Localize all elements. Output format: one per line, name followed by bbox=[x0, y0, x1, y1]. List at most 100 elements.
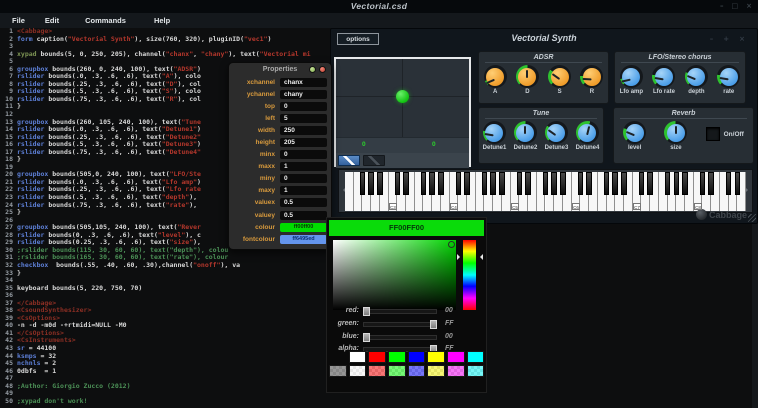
colour-swatch[interactable] bbox=[408, 351, 426, 363]
property-value-fontcolour[interactable]: ff6495ed bbox=[280, 235, 327, 244]
colour-swatch-alpha[interactable] bbox=[408, 365, 426, 377]
synth-close-icon[interactable]: × bbox=[739, 36, 745, 43]
black-key[interactable] bbox=[682, 172, 688, 195]
menu-file[interactable]: File bbox=[6, 16, 31, 25]
sv-marker-icon[interactable] bbox=[448, 241, 455, 248]
properties-apply-icon[interactable] bbox=[309, 66, 316, 73]
colour-swatch-alpha[interactable] bbox=[388, 365, 406, 377]
resize-grip-icon[interactable] bbox=[748, 214, 756, 222]
hue-strip[interactable] bbox=[463, 240, 476, 310]
xy-ball-handle[interactable] bbox=[396, 90, 409, 103]
property-value-maxx[interactable]: 1 bbox=[280, 162, 327, 171]
onoff-checkbox[interactable] bbox=[706, 127, 720, 141]
slider-track[interactable] bbox=[363, 309, 437, 314]
colour-swatch[interactable] bbox=[467, 351, 485, 363]
property-value-miny[interactable]: 0 bbox=[280, 174, 327, 183]
slider-track[interactable] bbox=[363, 335, 437, 340]
synth-minimize-icon[interactable]: – bbox=[710, 36, 714, 43]
lfo-knob-lfo-amp[interactable] bbox=[620, 65, 643, 88]
options-button[interactable]: options bbox=[337, 33, 379, 45]
black-key[interactable] bbox=[499, 172, 505, 195]
close-icon[interactable]: × bbox=[746, 2, 752, 11]
colour-swatch[interactable] bbox=[349, 351, 367, 363]
adsr-knob-a[interactable] bbox=[484, 65, 507, 88]
xy-automation-line-button[interactable] bbox=[338, 155, 360, 166]
black-key[interactable] bbox=[708, 172, 714, 195]
adsr-knob-r[interactable] bbox=[580, 65, 603, 88]
black-key[interactable] bbox=[674, 172, 680, 195]
black-key[interactable] bbox=[700, 172, 706, 195]
black-key[interactable] bbox=[612, 172, 618, 195]
tune-knob-detune2[interactable] bbox=[514, 121, 537, 144]
black-key[interactable] bbox=[421, 172, 427, 195]
colour-swatch[interactable] bbox=[388, 351, 406, 363]
minimize-icon[interactable]: – bbox=[720, 2, 724, 11]
black-key[interactable] bbox=[456, 172, 462, 195]
black-key[interactable] bbox=[621, 172, 627, 195]
black-key[interactable] bbox=[395, 172, 401, 195]
colour-swatch-alpha[interactable] bbox=[447, 365, 465, 377]
slider-track[interactable] bbox=[363, 322, 437, 327]
adsr-knob-d[interactable] bbox=[516, 65, 539, 88]
lfo-knob-depth[interactable] bbox=[685, 65, 708, 88]
black-key[interactable] bbox=[578, 172, 584, 195]
lfo-knob-lfo-rate[interactable] bbox=[652, 65, 675, 88]
black-key[interactable] bbox=[560, 172, 566, 195]
black-key[interactable] bbox=[490, 172, 496, 195]
black-key[interactable] bbox=[525, 172, 531, 195]
slider-thumb[interactable] bbox=[363, 307, 370, 316]
slider-thumb[interactable] bbox=[363, 333, 370, 342]
black-key[interactable] bbox=[551, 172, 557, 195]
tune-knob-detune4[interactable] bbox=[576, 121, 599, 144]
black-key[interactable] bbox=[543, 172, 549, 195]
property-value-valuex[interactable]: 0.5 bbox=[280, 198, 327, 207]
menu-help[interactable]: Help bbox=[148, 16, 176, 25]
black-key[interactable] bbox=[368, 172, 374, 195]
hue-arrow-left-icon[interactable] bbox=[457, 254, 463, 260]
colour-swatch[interactable] bbox=[447, 351, 465, 363]
property-value-height[interactable]: 205 bbox=[280, 138, 327, 147]
adsr-knob-s[interactable] bbox=[548, 65, 571, 88]
black-key[interactable] bbox=[438, 172, 444, 195]
menu-edit[interactable]: Edit bbox=[39, 16, 65, 25]
black-key[interactable] bbox=[647, 172, 653, 195]
black-key[interactable] bbox=[604, 172, 610, 195]
maximize-icon[interactable]: □ bbox=[732, 2, 739, 11]
saturation-value-area[interactable] bbox=[333, 240, 456, 310]
black-key[interactable] bbox=[726, 172, 732, 195]
hue-arrow-right-icon[interactable] bbox=[477, 254, 483, 260]
black-key[interactable] bbox=[360, 172, 366, 195]
menu-commands[interactable]: Commands bbox=[79, 16, 132, 25]
black-key[interactable] bbox=[403, 172, 409, 195]
lfo-knob-rate[interactable] bbox=[717, 65, 740, 88]
black-key[interactable] bbox=[517, 172, 523, 195]
property-value-xchannel[interactable]: chanx bbox=[280, 78, 327, 87]
black-key[interactable] bbox=[665, 172, 671, 195]
xy-pad[interactable]: 0 0 bbox=[334, 57, 471, 167]
property-value-maxy[interactable]: 1 bbox=[280, 186, 327, 195]
white-key[interactable] bbox=[345, 172, 354, 211]
colour-swatch-alpha[interactable] bbox=[427, 365, 445, 377]
synth-maximize-icon[interactable]: + bbox=[723, 36, 729, 43]
property-value-valuey[interactable]: 0.5 bbox=[280, 211, 327, 220]
colour-swatch[interactable] bbox=[368, 351, 386, 363]
black-key[interactable] bbox=[464, 172, 470, 195]
black-key[interactable] bbox=[482, 172, 488, 195]
xy-automation-curve-button[interactable] bbox=[363, 155, 385, 166]
colour-swatch-alpha[interactable] bbox=[368, 365, 386, 377]
tune-knob-detune3[interactable] bbox=[545, 121, 568, 144]
tune-knob-detune1[interactable] bbox=[483, 121, 506, 144]
black-key[interactable] bbox=[586, 172, 592, 195]
property-value-top[interactable]: 0 bbox=[280, 102, 327, 111]
property-value-colour[interactable]: ff00ff00 bbox=[280, 223, 327, 232]
slider-thumb[interactable] bbox=[430, 320, 437, 329]
black-key[interactable] bbox=[429, 172, 435, 195]
black-key[interactable] bbox=[735, 172, 741, 195]
reverb-knob-level[interactable] bbox=[623, 121, 646, 144]
colour-swatch[interactable] bbox=[427, 351, 445, 363]
property-value-ychannel[interactable]: chany bbox=[280, 90, 327, 99]
black-key[interactable] bbox=[377, 172, 383, 195]
property-value-width[interactable]: 250 bbox=[280, 126, 327, 135]
colour-swatch-alpha[interactable] bbox=[349, 365, 367, 377]
properties-close-icon[interactable] bbox=[319, 66, 326, 73]
